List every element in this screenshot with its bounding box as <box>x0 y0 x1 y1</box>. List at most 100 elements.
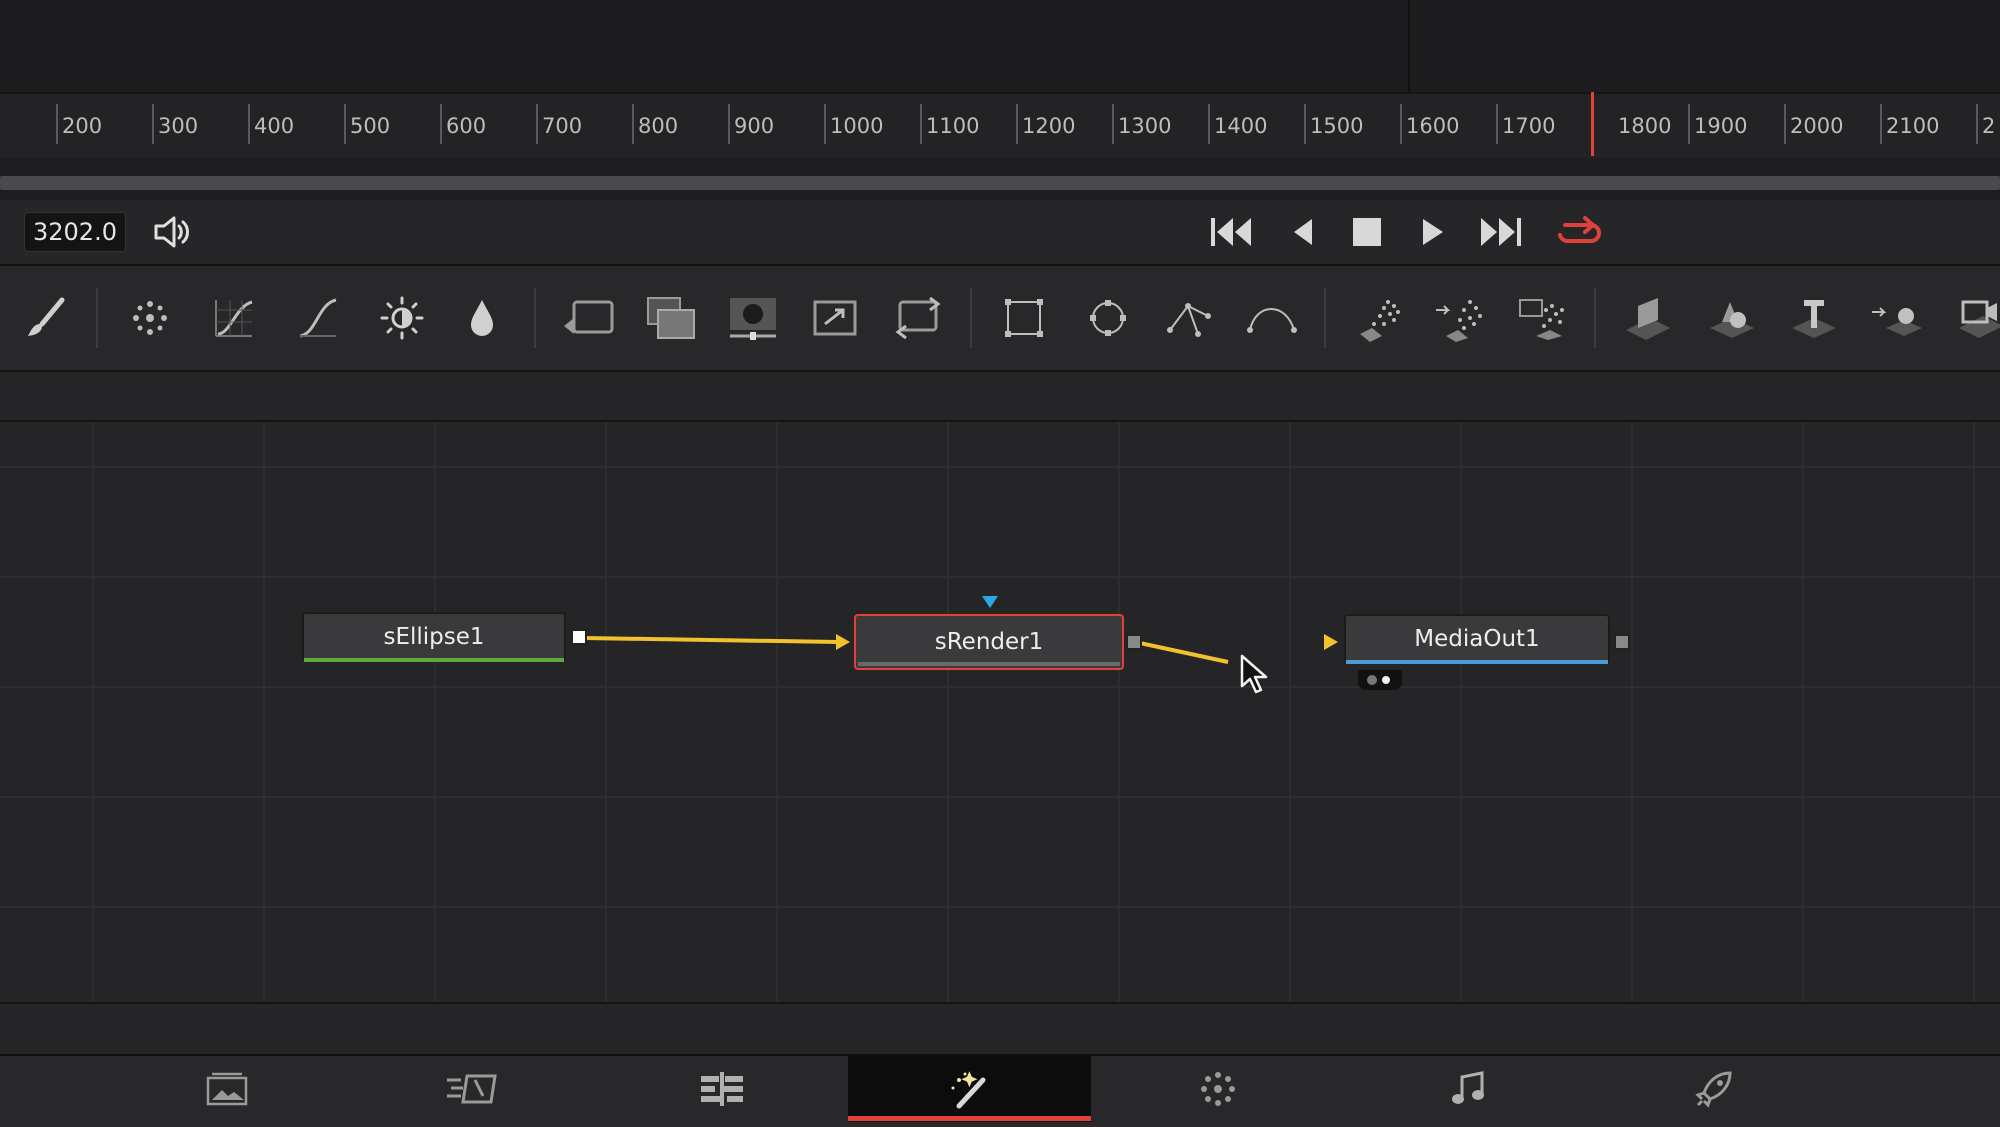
3d-render-icon[interactable] <box>1868 290 1924 346</box>
mask-input-triangle[interactable] <box>980 594 1000 614</box>
ruler-label: 1700 <box>1502 114 1556 138</box>
view-indicator[interactable] <box>1358 670 1402 690</box>
ruler-label: 400 <box>254 114 295 138</box>
color-page-icon[interactable] <box>1096 1056 1339 1122</box>
toolbar-separator <box>1594 288 1596 348</box>
ruler-tick <box>632 104 634 144</box>
ruler-label: 1100 <box>926 114 980 138</box>
ruler-tick <box>1688 104 1690 144</box>
merge-icon[interactable] <box>644 290 700 346</box>
transform-icon[interactable] <box>808 290 864 346</box>
viewer-split-divider[interactable] <box>1408 0 1410 92</box>
spline-icon[interactable] <box>290 290 346 346</box>
ruler-tick <box>152 104 154 144</box>
node-color-bar-green <box>304 658 564 662</box>
stop-icon[interactable] <box>1350 210 1384 254</box>
mouse-cursor <box>1240 654 1270 698</box>
fusion-page-icon[interactable] <box>848 1056 1091 1122</box>
deliver-page-icon[interactable] <box>1592 1056 1835 1122</box>
polygon-mask-icon[interactable] <box>1162 290 1218 346</box>
particle-render-icon[interactable] <box>1432 290 1488 346</box>
toolbar-separator <box>534 288 536 348</box>
ruler-label: 2000 <box>1790 114 1844 138</box>
3d-text-icon[interactable] <box>1786 290 1842 346</box>
loop-icon[interactable] <box>1556 208 1604 256</box>
paint-brush-icon[interactable] <box>18 290 74 346</box>
output-port[interactable] <box>1126 634 1142 650</box>
particle-scatter-icon[interactable] <box>1516 290 1572 346</box>
ruler-label: 1000 <box>830 114 884 138</box>
edit-page-icon[interactable] <box>600 1056 843 1122</box>
ruler-tick <box>536 104 538 144</box>
3d-shapes-icon[interactable] <box>1704 290 1760 346</box>
particle-icon[interactable] <box>122 290 178 346</box>
ruler-tick <box>1784 104 1786 144</box>
step-back-icon[interactable] <box>1288 210 1318 254</box>
input-port-arrow[interactable] <box>834 632 852 656</box>
play-icon[interactable] <box>1418 210 1448 254</box>
mask-icon[interactable] <box>726 290 782 346</box>
color-drop-icon[interactable] <box>454 290 510 346</box>
fairlight-page-icon[interactable] <box>1346 1056 1589 1122</box>
go-to-end-icon[interactable] <box>1476 210 1524 254</box>
ruler-label: 1300 <box>1118 114 1172 138</box>
bspline-mask-icon[interactable] <box>1244 290 1300 346</box>
resize-icon[interactable] <box>890 290 946 346</box>
timeline-ruler[interactable]: 200 300 400 500 600 700 800 900 1000 110… <box>0 92 2000 162</box>
toolbar-separator <box>96 288 98 348</box>
viewer-area <box>0 0 2000 92</box>
output-port[interactable] <box>1614 634 1630 650</box>
ruler-label: 300 <box>158 114 199 138</box>
speaker-icon[interactable] <box>150 210 194 254</box>
ruler-tick <box>1400 104 1402 144</box>
ruler-tick <box>1496 104 1498 144</box>
ruler-tick <box>344 104 346 144</box>
page-navigation-bar <box>0 1054 2000 1127</box>
ruler-tick <box>1208 104 1210 144</box>
particle-emitter-icon[interactable] <box>1352 290 1408 346</box>
node-editor-footer <box>0 1002 2000 1054</box>
ruler-label: 200 <box>62 114 103 138</box>
ruler-tick <box>440 104 442 144</box>
ruler-label: 2100 <box>1886 114 1940 138</box>
rectangle-mask-icon[interactable] <box>996 290 1052 346</box>
ruler-tick <box>824 104 826 144</box>
node-editor-header <box>0 372 2000 422</box>
node-label: MediaOut1 <box>1414 626 1540 652</box>
3d-plane-icon[interactable] <box>1620 290 1676 346</box>
ruler-tick <box>56 104 58 144</box>
node-color-bar-blue <box>1346 660 1608 664</box>
ellipse-mask-icon[interactable] <box>1080 290 1136 346</box>
ruler-tick <box>1112 104 1114 144</box>
tools-toolbar <box>0 266 2000 372</box>
current-frame-field[interactable]: 3202.0 <box>24 212 126 252</box>
node-sellipse1[interactable]: sEllipse1 <box>302 612 566 662</box>
node-color-bar <box>858 662 1120 666</box>
3d-camera-icon[interactable] <box>1950 290 2000 346</box>
ruler-label: 2 <box>1982 114 1996 138</box>
node-label: sEllipse1 <box>383 624 485 650</box>
background-icon[interactable] <box>560 290 616 346</box>
playhead[interactable] <box>1591 92 1594 156</box>
ruler-label: 1500 <box>1310 114 1364 138</box>
connection-line <box>583 636 839 644</box>
node-mediaout1[interactable]: MediaOut1 <box>1344 614 1610 664</box>
go-to-start-icon[interactable] <box>1208 210 1256 254</box>
input-port-arrow[interactable] <box>1322 632 1340 656</box>
toolbar-separator <box>970 288 972 348</box>
ruler-label: 1900 <box>1694 114 1748 138</box>
dragging-connection-line <box>1139 641 1229 664</box>
ruler-tick <box>1880 104 1882 144</box>
ruler-label: 1800 <box>1618 114 1672 138</box>
curves-icon[interactable] <box>206 290 262 346</box>
media-page-icon[interactable] <box>105 1056 348 1122</box>
output-port[interactable] <box>571 629 587 645</box>
ruler-tick <box>920 104 922 144</box>
timeline-scrollbar[interactable] <box>0 176 2000 190</box>
cut-page-icon[interactable] <box>350 1056 593 1122</box>
ruler-label: 800 <box>638 114 679 138</box>
ruler-label: 1200 <box>1022 114 1076 138</box>
node-connections <box>583 636 1229 664</box>
brightness-contrast-icon[interactable] <box>374 290 430 346</box>
transport-bar <box>0 200 2000 266</box>
